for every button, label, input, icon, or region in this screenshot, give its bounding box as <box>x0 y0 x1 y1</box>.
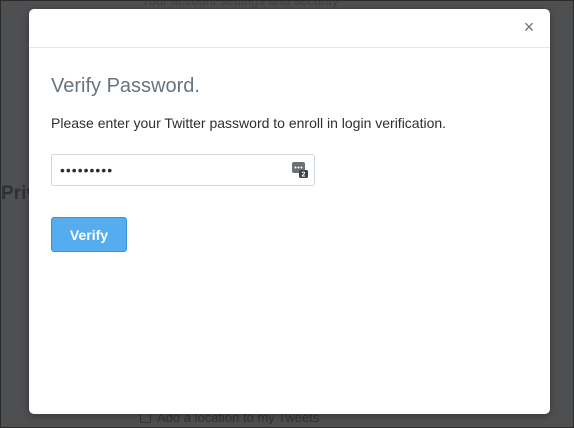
page-background: Your account settings and security Priva… <box>0 0 574 428</box>
dialog-title: Verify Password. <box>51 75 200 97</box>
svg-text:2: 2 <box>302 172 306 179</box>
dialog-body: Verify Password. Please enter your Twitt… <box>29 48 550 252</box>
dialog-description: Please enter your Twitter password to en… <box>51 115 447 131</box>
dialog-header: × <box>29 9 550 48</box>
close-icon: × <box>523 17 535 37</box>
password-field[interactable] <box>51 154 315 186</box>
verify-password-dialog: × Verify Password. Please enter your Twi… <box>29 9 550 414</box>
password-field-wrapper: 2 <box>51 154 315 186</box>
verify-button[interactable]: Verify <box>51 217 127 252</box>
close-button[interactable]: × <box>520 18 538 36</box>
background-top-text: Your account settings and security <box>141 0 339 8</box>
password-manager-icon[interactable]: 2 <box>291 161 309 179</box>
